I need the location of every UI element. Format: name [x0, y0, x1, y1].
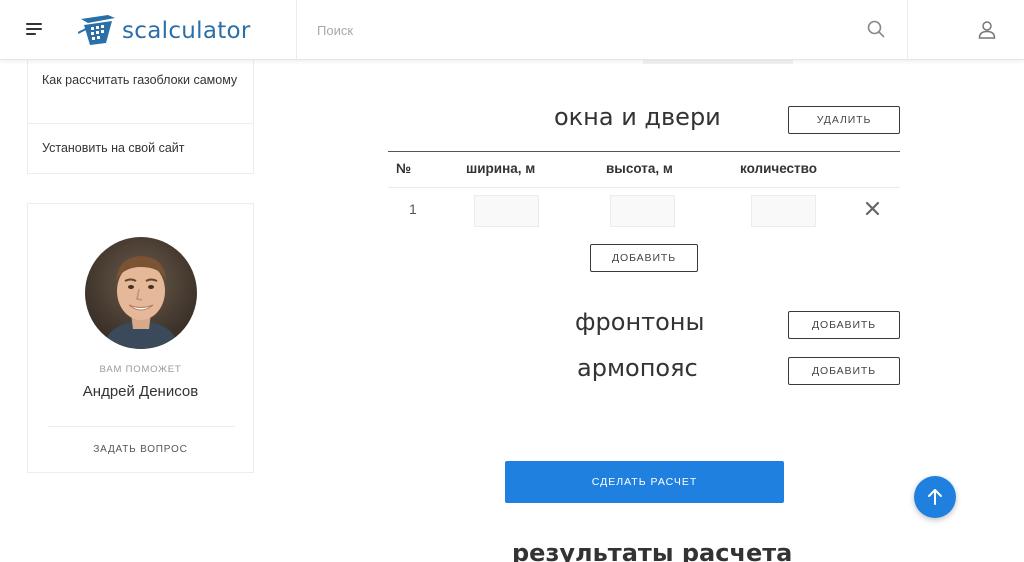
- logo-icon: [78, 15, 115, 45]
- avatar: [85, 237, 197, 349]
- results-title: результаты расчета: [512, 539, 793, 562]
- column-header-num: №: [396, 161, 412, 176]
- search-bar: [296, 0, 908, 59]
- row-number: 1: [409, 201, 417, 217]
- logo-text: scalculator: [122, 18, 251, 44]
- top-header: scalculator: [0, 0, 1024, 60]
- table-top-border: [388, 151, 900, 152]
- add-armopoyas-button[interactable]: ДОБАВИТЬ: [788, 357, 900, 385]
- section-tab-remnant: [643, 60, 793, 64]
- add-gable-button[interactable]: ДОБАВИТЬ: [788, 311, 900, 339]
- arrow-up-icon: [928, 489, 942, 505]
- sidebar-menu: Как рассчитать газоблоки самому Установи…: [27, 60, 254, 174]
- search-icon[interactable]: [867, 20, 885, 38]
- menu-icon[interactable]: [26, 23, 42, 37]
- calculate-button[interactable]: СДЕЛАТЬ РАСЧЕТ: [505, 461, 784, 503]
- table-header-border: [388, 187, 900, 188]
- helper-name: Андрей Денисов: [82, 383, 199, 400]
- sidebar-item-install-on-site[interactable]: Установить на свой сайт: [28, 124, 253, 172]
- width-input[interactable]: [474, 195, 539, 227]
- windows-doors-title: окна и двери: [554, 103, 721, 131]
- logo[interactable]: scalculator: [78, 12, 251, 48]
- ask-question-link[interactable]: ЗАДАТЬ ВОПРОС: [28, 444, 253, 455]
- height-input[interactable]: [610, 195, 675, 227]
- search-input[interactable]: [317, 17, 837, 43]
- column-header-quantity: количество: [740, 161, 818, 176]
- armopoyas-title: армопояс: [577, 354, 698, 382]
- scroll-to-top-button[interactable]: [914, 476, 956, 518]
- add-window-button[interactable]: ДОБАВИТЬ: [590, 244, 698, 272]
- column-header-width: ширина, м: [466, 161, 536, 176]
- sidebar-item-how-to-calculate[interactable]: Как рассчитать газоблоки самому: [28, 60, 253, 124]
- quantity-input[interactable]: [751, 195, 816, 227]
- helper-card: ВАМ ПОМОЖЕТ Андрей Денисов ЗАДАТЬ ВОПРОС: [27, 203, 254, 473]
- user-icon[interactable]: [977, 20, 997, 40]
- close-icon[interactable]: [865, 201, 880, 216]
- helper-caption: ВАМ ПОМОЖЕТ: [99, 364, 182, 375]
- column-header-height: высота, м: [606, 161, 673, 176]
- gables-title: фронтоны: [575, 308, 705, 336]
- helper-divider: [48, 426, 235, 427]
- delete-button[interactable]: УДАЛИТЬ: [788, 106, 900, 134]
